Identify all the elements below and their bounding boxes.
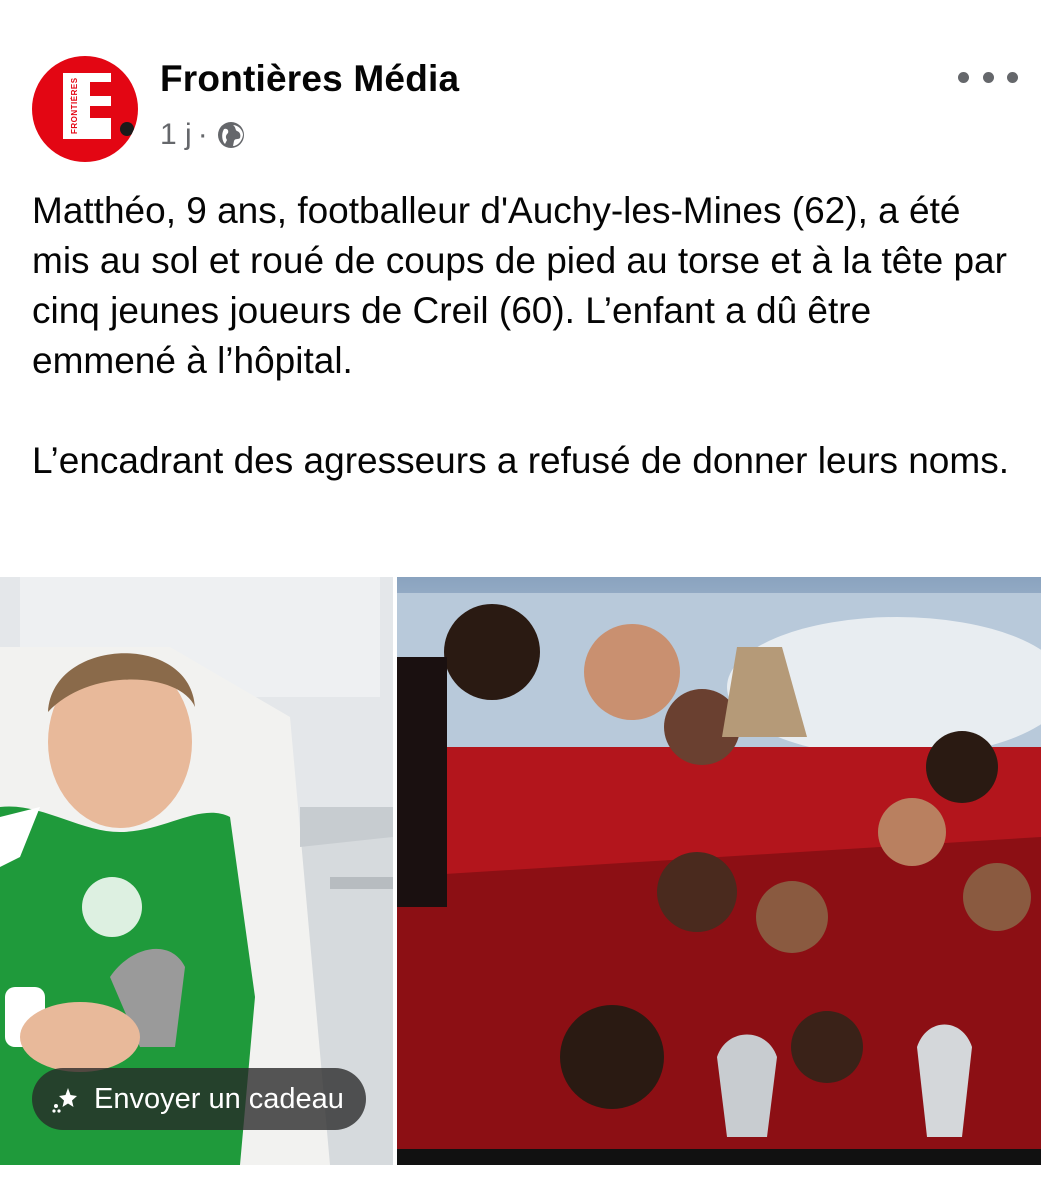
post-header: FRONTIÈRES Frontières Média 1 j · [0,0,1041,170]
post-paragraph-1: Matthéo, 9 ans, footballeur d'Auchy-les-… [32,190,1007,381]
post-paragraph-2: L’encadrant des agresseurs a refusé de d… [32,440,1009,481]
meta-separator: · [197,118,208,151]
post-text: Matthéo, 9 ans, footballeur d'Auchy-les-… [32,186,1012,486]
photo-youth-team-celebration[interactable] [397,577,1041,1165]
more-options-button[interactable] [958,62,1018,92]
page-name[interactable]: Frontières Média [160,58,459,100]
post-meta: 1 j · [160,115,246,155]
post-footer [0,1165,1041,1200]
more-horizontal-icon [958,71,969,83]
globe-icon [216,120,246,150]
send-gift-button[interactable]: Envoyer un cadeau [32,1068,366,1130]
logo-vertical-text: FRONTIÈRES [70,77,79,134]
gift-sparkle-icon [50,1084,80,1114]
send-gift-label: Envoyer un cadeau [94,1082,344,1115]
post-timestamp[interactable]: 1 j [160,118,192,152]
page-avatar[interactable]: FRONTIÈRES [32,56,138,162]
